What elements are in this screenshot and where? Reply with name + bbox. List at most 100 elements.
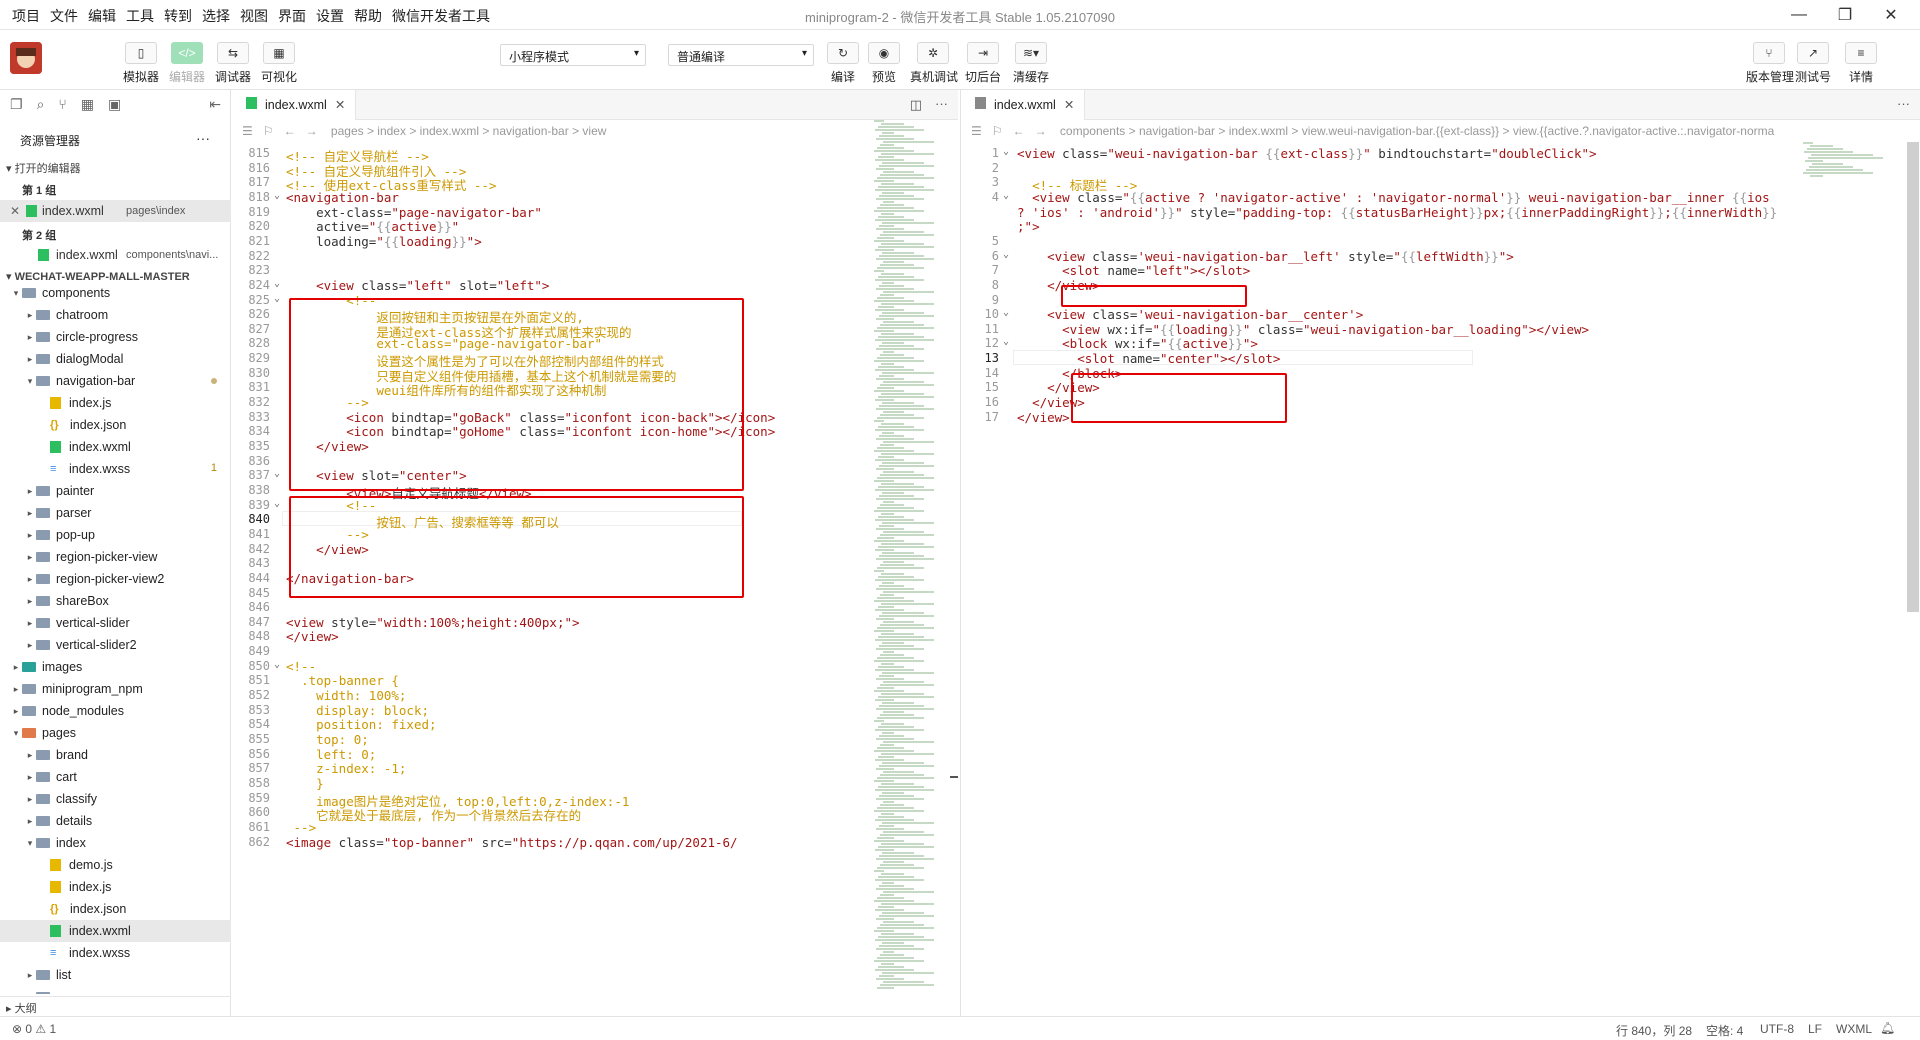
- tree-item[interactable]: ≡ index.wxss 1: [0, 458, 231, 480]
- list-icon[interactable]: ☰: [242, 124, 253, 138]
- version-button[interactable]: ⑂ 版本管理: [1746, 42, 1794, 85]
- code-line[interactable]: </view>: [286, 542, 369, 557]
- code-line[interactable]: </view>: [1017, 410, 1070, 425]
- forward-icon[interactable]: →: [306, 124, 318, 138]
- code-line[interactable]: </view>: [1017, 380, 1100, 395]
- menu-item-3[interactable]: 工具: [126, 6, 154, 26]
- tree-item[interactable]: ▸ painter: [0, 480, 231, 502]
- tree-item[interactable]: ▸ vertical-slider: [0, 612, 231, 634]
- minimap[interactable]: [1801, 142, 1901, 182]
- tree-item[interactable]: index.wxml: [0, 436, 231, 458]
- tree-item[interactable]: {} index.json: [0, 414, 231, 436]
- menu-item-6[interactable]: 视图: [240, 6, 268, 26]
- code-line[interactable]: <icon bindtap="goHome" class="iconfont i…: [286, 424, 775, 439]
- open-editor-item-1[interactable]: ✕ index.wxml pages\index: [0, 200, 231, 222]
- open-editors-header[interactable]: ▾ 打开的编辑器: [6, 160, 81, 176]
- fold-chevron-icon[interactable]: ⌄: [274, 190, 280, 201]
- code-line[interactable]: <!--: [286, 659, 316, 674]
- code-line[interactable]: -->: [286, 395, 369, 410]
- tree-item[interactable]: ▸ miniprogram_npm: [0, 678, 231, 700]
- tree-item[interactable]: index.js: [0, 876, 231, 898]
- tree-item[interactable]: ▸ cart: [0, 766, 231, 788]
- clear-cache-button[interactable]: ≋▾ 清缓存: [1008, 42, 1054, 85]
- indentation[interactable]: 空格: 4: [1706, 1022, 1743, 1039]
- test-account-button[interactable]: ↗ 测试号: [1790, 42, 1836, 85]
- mode-select[interactable]: 小程序模式: [500, 44, 646, 66]
- minimize-button[interactable]: —: [1776, 2, 1822, 28]
- code-line[interactable]: </block>: [1017, 366, 1122, 381]
- menu-item-10[interactable]: 微信开发者工具: [392, 6, 490, 26]
- tree-item[interactable]: {} index.json: [0, 898, 231, 920]
- code-line[interactable]: ;">: [1017, 219, 1040, 234]
- tree-item[interactable]: ▸ chatroom: [0, 304, 231, 326]
- code-line[interactable]: active="{{active}}": [286, 219, 459, 234]
- tree-item[interactable]: ▸ my: [0, 986, 231, 994]
- code-line[interactable]: <view class='weui-navigation-bar__center…: [1017, 307, 1363, 322]
- menu-item-4[interactable]: 转到: [164, 6, 192, 26]
- close-tab-icon[interactable]: ✕: [335, 98, 345, 112]
- code-line[interactable]: width: 100%;: [286, 688, 406, 703]
- code-line[interactable]: display: block;: [286, 703, 429, 718]
- background-button[interactable]: ⇥ 切后台: [960, 42, 1006, 85]
- code-line[interactable]: top: 0;: [286, 732, 369, 747]
- tree-item[interactable]: ▸ parser: [0, 502, 231, 524]
- menu-item-0[interactable]: 项目: [12, 6, 40, 26]
- tab-index-wxml[interactable]: index.wxml ✕: [232, 90, 357, 120]
- tree-item[interactable]: ▾ navigation-bar: [0, 370, 231, 392]
- more-icon[interactable]: ···: [196, 130, 210, 146]
- language-mode[interactable]: WXML: [1836, 1022, 1872, 1036]
- code-line[interactable]: </view>: [286, 629, 339, 644]
- code-line[interactable]: <icon bindtap="goBack" class="iconfont i…: [286, 410, 775, 425]
- fold-chevron-icon[interactable]: ⌄: [274, 659, 280, 670]
- tree-item[interactable]: ▸ vertical-slider2: [0, 634, 231, 656]
- tree-item[interactable]: ▸ node_modules: [0, 700, 231, 722]
- code-line[interactable]: </navigation-bar>: [286, 571, 414, 586]
- code-line[interactable]: ext-class="page-navigator-bar": [286, 205, 542, 220]
- scrollbar[interactable]: [1907, 142, 1919, 612]
- code-line[interactable]: <view wx:if="{{loading}}" class="weui-na…: [1017, 322, 1589, 337]
- code-line[interactable]: -->: [286, 820, 317, 835]
- code-line[interactable]: <navigation-bar: [286, 190, 399, 205]
- compile-select[interactable]: 普通编译: [668, 44, 814, 66]
- code-line[interactable]: <view class="left" slot="left">: [286, 278, 549, 293]
- tree-item[interactable]: ▸ dialogModal: [0, 348, 231, 370]
- cursor-position[interactable]: 行 840，列 28: [1616, 1022, 1692, 1039]
- code-line[interactable]: <image class="top-banner" src="https://p…: [286, 835, 738, 850]
- code-line[interactable]: <view class="weui-navigation-bar {{ext-c…: [1017, 146, 1597, 161]
- close-icon[interactable]: ✕: [10, 204, 20, 218]
- search-icon[interactable]: ⌕: [37, 96, 45, 112]
- code-line[interactable]: z-index: -1;: [286, 761, 406, 776]
- tree-item[interactable]: ▾ components: [0, 282, 231, 304]
- back-icon[interactable]: ←: [1013, 124, 1025, 138]
- scrollbar-thumb[interactable]: [950, 776, 958, 778]
- tree-item[interactable]: ▸ shareBox: [0, 590, 231, 612]
- source-control-icon[interactable]: ⑂: [58, 96, 66, 112]
- tree-item[interactable]: ▸ region-picker-view2: [0, 568, 231, 590]
- code-line[interactable]: ext-class="page-navigator-bar": [286, 336, 602, 351]
- code-line[interactable]: <view class="{{active ? 'navigator-activ…: [1017, 190, 1770, 205]
- bookmark-icon[interactable]: ⚐: [263, 124, 274, 138]
- split-editor-icon[interactable]: ◫: [910, 97, 922, 113]
- collapse-icon[interactable]: ⇤: [209, 96, 221, 112]
- fold-chevron-icon[interactable]: ⌄: [274, 293, 280, 304]
- tree-item[interactable]: ▾ pages: [0, 722, 231, 744]
- menu-item-5[interactable]: 选择: [202, 6, 230, 26]
- debugger-button[interactable]: ⇆ 调试器: [210, 42, 256, 85]
- tree-item[interactable]: ▸ brand: [0, 744, 231, 766]
- code-line[interactable]: .top-banner {: [286, 673, 399, 688]
- preview-button[interactable]: ◉ 预览: [861, 42, 907, 85]
- code-line[interactable]: -->: [286, 527, 369, 542]
- menu-item-2[interactable]: 编辑: [88, 6, 116, 26]
- open-editor-item-2[interactable]: index.wxml components\navi...: [0, 244, 231, 266]
- tab-component-index-wxml[interactable]: index.wxml ✕: [961, 90, 1086, 120]
- code-line[interactable]: ? 'ios' : 'android'}}" style="padding-to…: [1017, 205, 1777, 220]
- back-icon[interactable]: ←: [284, 124, 296, 138]
- bookmark-icon[interactable]: ⚐: [992, 124, 1003, 138]
- list-icon[interactable]: ☰: [971, 124, 982, 138]
- fold-chevron-icon[interactable]: ⌄: [274, 468, 280, 479]
- tree-item[interactable]: index.js: [0, 392, 231, 414]
- encoding[interactable]: UTF-8: [1760, 1022, 1794, 1036]
- menu-item-1[interactable]: 文件: [50, 6, 78, 26]
- fold-chevron-icon[interactable]: ⌄: [274, 278, 280, 289]
- code-line[interactable]: left: 0;: [286, 747, 376, 762]
